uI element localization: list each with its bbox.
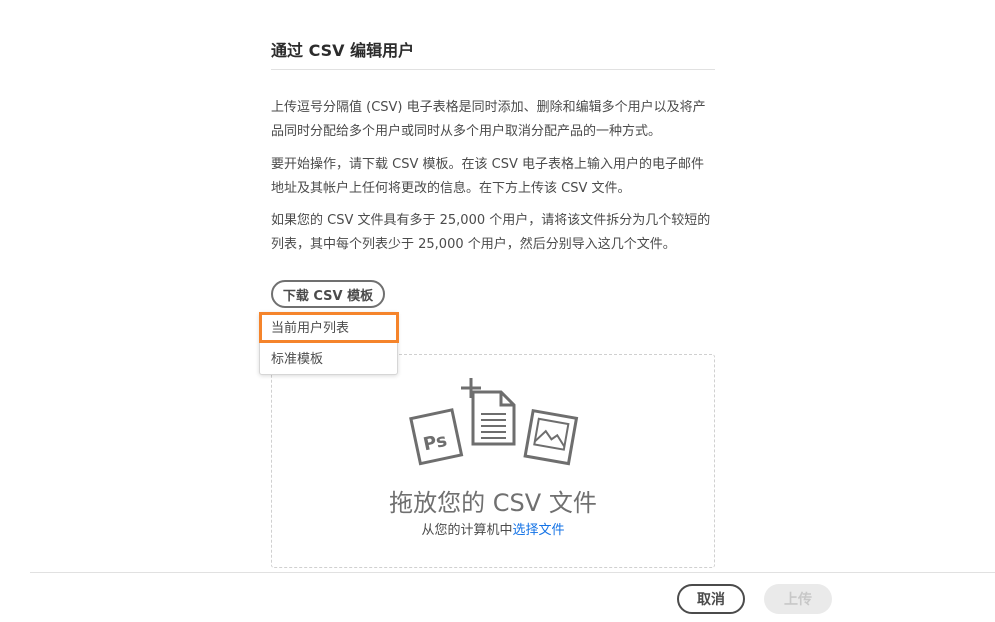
- dropzone-subtitle-prefix: 从您的计算机中: [421, 523, 513, 538]
- footer-divider: [30, 572, 995, 573]
- cancel-button[interactable]: 取消: [677, 584, 745, 614]
- photoshop-file-icon: Ps: [409, 408, 464, 466]
- add-document-icon: [461, 378, 516, 446]
- select-file-link[interactable]: 选择文件: [513, 523, 565, 538]
- limit-paragraph: 如果您的 CSV 文件具有多于 25,000 个用户，请将该文件拆分为几个较短的…: [271, 213, 711, 252]
- dropzone-title: 拖放您的 CSV 文件: [389, 489, 597, 517]
- dropzone-subtitle: 从您的计算机中选择文件: [271, 519, 715, 538]
- dropzone-illustration: Ps: [409, 378, 579, 466]
- intro-paragraph: 上传逗号分隔值 (CSV) 电子表格是同时添加、删除和编辑多个用户以及将产品同时…: [271, 100, 706, 139]
- image-file-icon: [523, 408, 579, 466]
- instructions-paragraph: 要开始操作，请下载 CSV 模板。在该 CSV 电子表格上输入用户的电子邮件地址…: [271, 157, 704, 196]
- download-template-menu: 当前用户列表 标准模板: [259, 312, 398, 375]
- upload-button[interactable]: 上传: [764, 584, 832, 614]
- download-csv-template-button[interactable]: 下载 CSV 模板: [271, 280, 385, 308]
- menu-item-current-user-list[interactable]: 当前用户列表: [260, 314, 397, 344]
- menu-item-standard-template[interactable]: 标准模板: [260, 345, 397, 375]
- title-divider: [271, 69, 715, 70]
- dialog-title: 通过 CSV 编辑用户: [271, 41, 415, 60]
